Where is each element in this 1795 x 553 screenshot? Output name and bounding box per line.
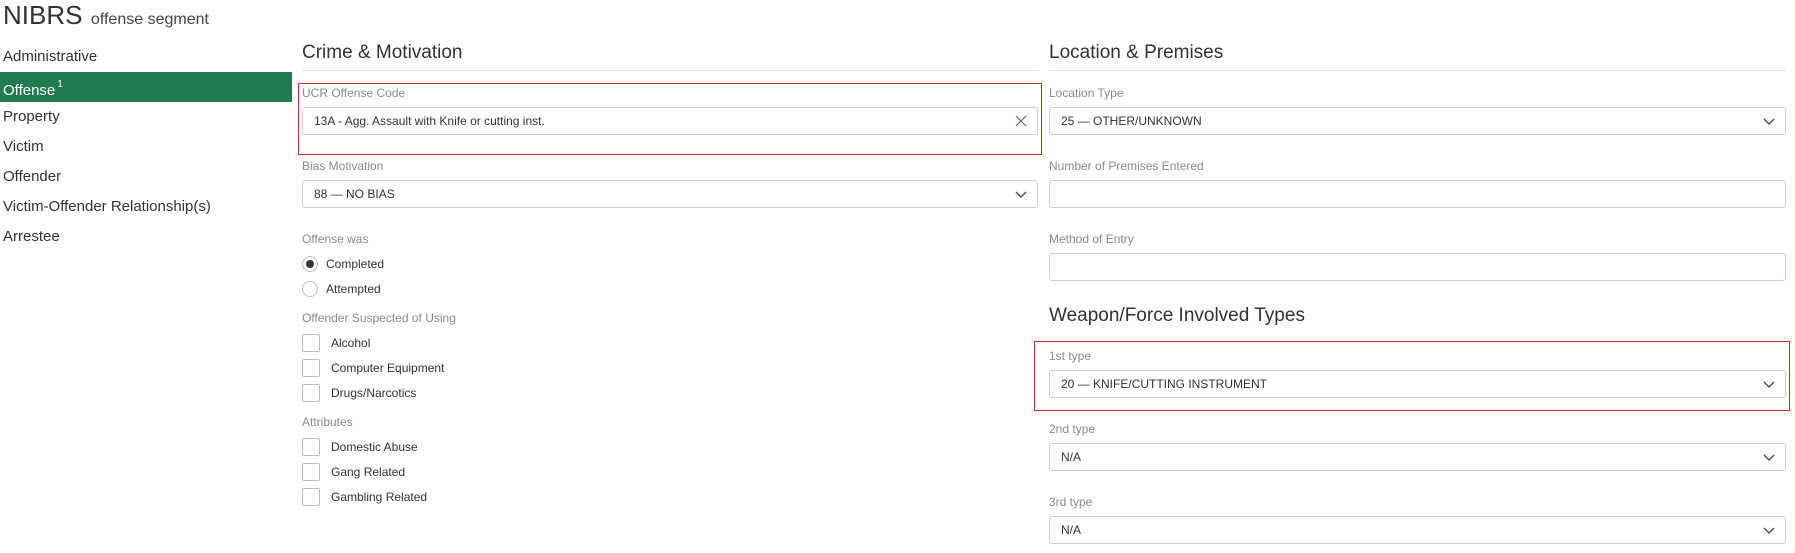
page-title-main: NIBRS: [3, 0, 83, 30]
sidebar-item-administrative[interactable]: Administrative: [0, 42, 292, 72]
checkbox-box[interactable]: [302, 438, 320, 456]
bias-motivation-label: Bias Motivation: [302, 159, 384, 173]
sidebar-item-label: Administrative: [3, 48, 98, 65]
weapon-second-value: N/A: [1061, 450, 1082, 464]
sidebar-item-label: Offense: [3, 82, 56, 99]
location-type-label: Location Type: [1049, 86, 1124, 100]
sidebar-item-label: Victim: [3, 138, 44, 155]
weapon-third-label: 3rd type: [1049, 495, 1093, 509]
attributes-label: Attributes: [302, 415, 353, 429]
ucr-offense-code-value: 13A - Agg. Assault with Knife or cutting…: [314, 114, 545, 128]
checkbox-label: Domestic Abuse: [331, 440, 418, 454]
checkbox-label: Gang Related: [331, 465, 406, 479]
checkbox-box[interactable]: [302, 463, 320, 481]
section-title-weapon: Weapon/Force Involved Types: [1049, 305, 1305, 326]
offense-was-attempted[interactable]: Attempted: [302, 279, 381, 299]
sidebar-item-label: Property: [3, 108, 60, 125]
sidebar-item-property[interactable]: Property: [0, 102, 292, 132]
chevron-down-icon: [1763, 381, 1775, 388]
sidebar-item-label: Offender: [3, 168, 62, 185]
checkbox-label: Drugs/Narcotics: [331, 386, 417, 400]
checkbox-label: Gambling Related: [331, 490, 428, 504]
weapon-third-select[interactable]: N/A: [1049, 516, 1786, 544]
checkbox-alcohol[interactable]: Alcohol: [302, 333, 370, 353]
radio-label: Completed: [326, 257, 385, 271]
section-title-location: Location & Premises: [1049, 42, 1786, 71]
sidebar-item-offense[interactable]: Offense 1: [0, 72, 292, 102]
checkbox-box[interactable]: [302, 384, 320, 402]
checkbox-box[interactable]: [302, 488, 320, 506]
offense-was-label: Offense was: [302, 232, 369, 246]
page-subtitle: offense segment: [90, 11, 209, 28]
checkbox-label: Computer Equipment: [331, 361, 445, 375]
chevron-down-icon: [1763, 527, 1775, 534]
checkbox-drugs-narcotics[interactable]: Drugs/Narcotics: [302, 383, 416, 403]
weapon-third-value: N/A: [1061, 523, 1082, 537]
radio-attempted[interactable]: [302, 281, 318, 297]
weapon-first-select[interactable]: 20 — KNIFE/CUTTING INSTRUMENT: [1049, 370, 1786, 398]
chevron-down-icon: [1763, 454, 1775, 461]
checkbox-label: Alcohol: [331, 336, 371, 350]
location-type-value: 25 — OTHER/UNKNOWN: [1061, 114, 1202, 128]
bias-motivation-select[interactable]: 88 — NO BIAS: [302, 180, 1038, 208]
checkbox-box[interactable]: [302, 334, 320, 352]
close-icon[interactable]: [1015, 115, 1027, 127]
radio-label: Attempted: [326, 282, 381, 296]
sidebar-nav: Administrative Offense 1 Property Victim …: [0, 42, 292, 252]
sidebar-item-arrestee[interactable]: Arrestee: [0, 222, 292, 252]
sidebar-item-label: Victim-Offender Relationship(s): [3, 198, 211, 215]
checkbox-gambling-related[interactable]: Gambling Related: [302, 487, 427, 507]
chevron-down-icon: [1763, 118, 1775, 125]
chevron-down-icon: [1015, 191, 1027, 198]
sidebar-item-victim-offender-relationships[interactable]: Victim-Offender Relationship(s): [0, 192, 292, 222]
premises-entered-label: Number of Premises Entered: [1049, 159, 1204, 173]
sidebar-item-badge: 1: [57, 79, 63, 90]
checkbox-computer-equipment[interactable]: Computer Equipment: [302, 358, 444, 378]
suspected-using-label: Offender Suspected of Using: [302, 311, 456, 325]
radio-completed[interactable]: [302, 256, 318, 272]
method-of-entry-input[interactable]: [1049, 253, 1786, 281]
weapon-second-label: 2nd type: [1049, 422, 1096, 436]
ucr-offense-code-field[interactable]: 13A - Agg. Assault with Knife or cutting…: [302, 107, 1038, 135]
checkbox-box[interactable]: [302, 359, 320, 377]
weapon-first-label: 1st type: [1049, 349, 1092, 363]
ucr-offense-code-label: UCR Offense Code: [302, 86, 406, 100]
premises-entered-input[interactable]: [1049, 180, 1786, 208]
location-type-select[interactable]: 25 — OTHER/UNKNOWN: [1049, 107, 1786, 135]
sidebar-item-victim[interactable]: Victim: [0, 132, 292, 162]
checkbox-gang-related[interactable]: Gang Related: [302, 462, 405, 482]
page-title: NIBRS offense segment: [3, 0, 209, 32]
checkbox-domestic-abuse[interactable]: Domestic Abuse: [302, 437, 418, 457]
weapon-first-value: 20 — KNIFE/CUTTING INSTRUMENT: [1061, 377, 1268, 391]
offense-was-completed[interactable]: Completed: [302, 254, 384, 274]
method-of-entry-label: Method of Entry: [1049, 232, 1134, 246]
weapon-second-select[interactable]: N/A: [1049, 443, 1786, 471]
sidebar-item-label: Arrestee: [3, 228, 60, 245]
section-title-crime: Crime & Motivation: [302, 42, 1038, 71]
bias-motivation-value: 88 — NO BIAS: [314, 187, 395, 201]
sidebar-item-offender[interactable]: Offender: [0, 162, 292, 192]
